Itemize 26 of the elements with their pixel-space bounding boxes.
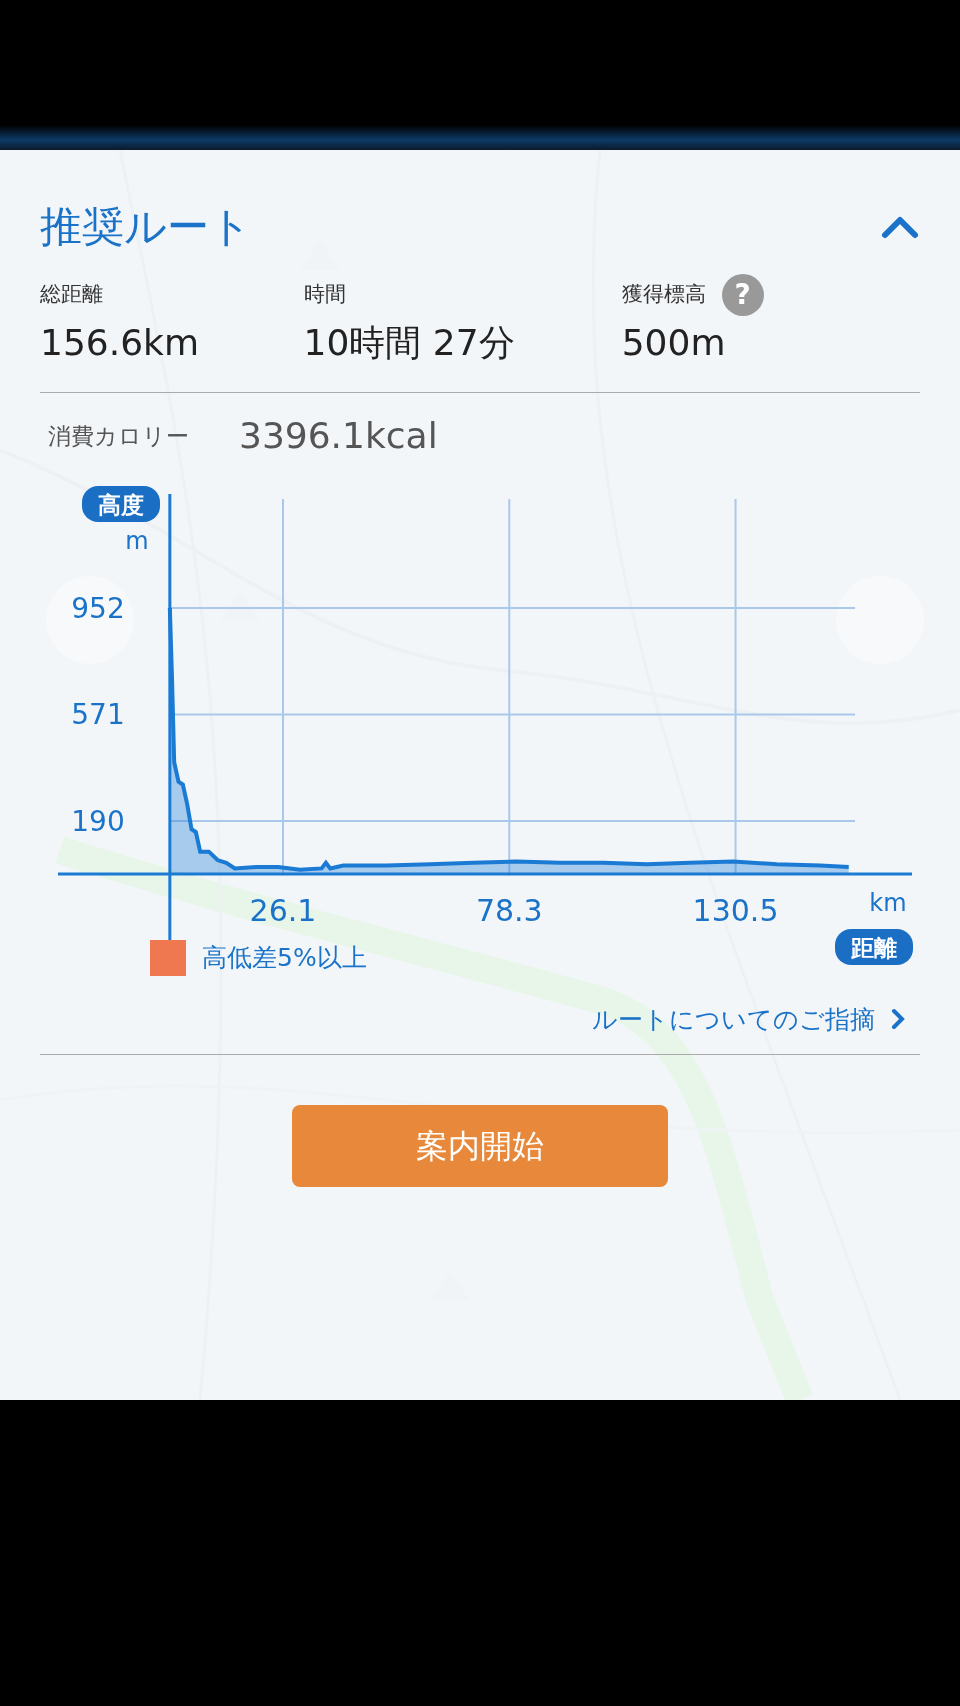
tick-label: 130.5 <box>692 893 779 928</box>
tick-label: 78.3 <box>475 893 543 928</box>
x-axis-title: 距離 <box>850 935 897 961</box>
axis-unit: km <box>869 889 907 917</box>
feedback-link[interactable]: ルートについてのご指摘 <box>592 1000 905 1038</box>
axis-badge: 高度 <box>82 486 160 522</box>
stat-value: 156.6km <box>40 321 200 365</box>
stat-value: 10時間 27分 <box>303 321 516 365</box>
axis-unit: m <box>125 527 149 555</box>
chevron-right-icon <box>891 1008 905 1031</box>
stat-value: 500m <box>621 321 727 365</box>
axis-badge: 距離 <box>835 929 913 965</box>
stat-label: 時間 <box>303 281 346 309</box>
calorie-value: 3396.1kcal <box>239 414 438 458</box>
start-guidance-button[interactable]: 案内開始 <box>292 1105 668 1187</box>
tick-label: 571 <box>71 698 125 732</box>
help-button[interactable]: ? <box>721 274 764 316</box>
calorie-label: 消費カロリー <box>48 421 189 451</box>
y-axis-title: 高度 <box>98 492 144 518</box>
panel-title: 推奨ルート <box>40 201 252 253</box>
legend-label: 高低差5%以上 <box>202 942 367 974</box>
stat-label: 総距離 <box>40 281 103 309</box>
tick-label: 952 <box>71 592 125 625</box>
tick-label: 190 <box>71 804 125 838</box>
tick-label: 26.1 <box>249 893 317 928</box>
stat-label: 獲得標高 <box>621 281 706 309</box>
